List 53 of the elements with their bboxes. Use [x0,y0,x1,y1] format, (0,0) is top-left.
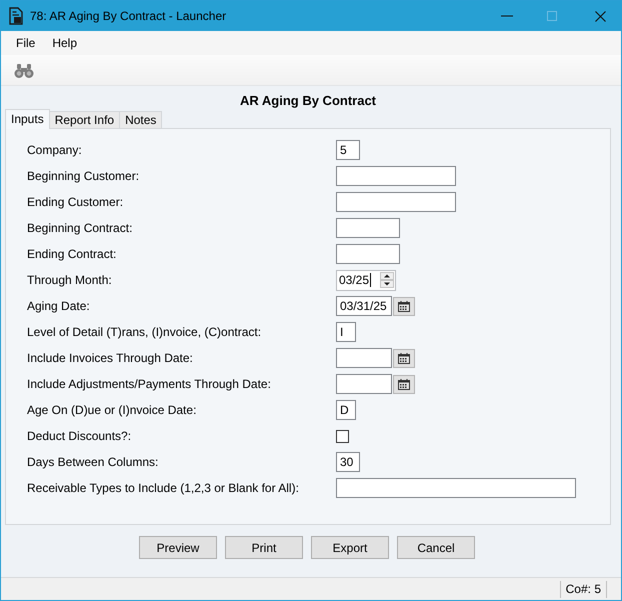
field-label: Ending Contract: [27,247,116,261]
action-button[interactable]: Preview [139,536,217,559]
tab[interactable]: Report Info [48,111,120,128]
field-label: Level of Detail (T)rans, (I)nvoice, (C)ontract: [27,325,262,339]
field-label: Ending Customer: [27,195,124,209]
text-field[interactable]: 30 [336,452,360,472]
field-label: Days Between Columns: [27,455,158,469]
calendar-button[interactable] [393,348,415,368]
calendar-button[interactable] [393,374,415,394]
calendar-icon [398,352,410,364]
action-button[interactable]: Cancel [397,536,475,559]
text-cursor [370,273,372,287]
field-label: Through Month: [27,273,112,287]
text-field[interactable]: I [336,322,356,342]
company-status: Co#: 5 [560,580,607,598]
text-field[interactable] [336,244,400,264]
text-field[interactable]: D [336,400,356,420]
menu-item[interactable]: Help [52,36,78,50]
field-label: Include Invoices Through Date: [27,351,193,365]
minimize-icon[interactable] [501,15,513,17]
field-label: Age On (D)ue or (I)nvoice Date: [27,403,196,417]
close-icon[interactable] [595,10,606,22]
field-label: Receivable Types to Include (1,2,3 or Blank for All): [27,481,299,495]
text-field[interactable] [336,478,576,498]
spin-up-icon[interactable] [380,272,394,280]
document-icon [9,7,23,25]
action-button[interactable]: Print [225,536,303,559]
spin-down-icon[interactable] [380,280,394,288]
text-field[interactable] [336,192,456,212]
calendar-button[interactable] [393,296,415,316]
binoculars-icon[interactable] [14,62,34,78]
calendar-icon [398,300,410,312]
report-title: AR Aging By Contract [240,93,376,109]
text-field[interactable] [336,166,456,186]
calendar-icon [398,378,410,390]
window-title: 78: AR Aging By Contract - Launcher [30,9,226,23]
field-label: Beginning Customer: [27,169,140,183]
tab[interactable]: Notes [119,111,162,128]
spinner-field[interactable]: 03/25 [336,270,396,290]
field-label: Include Adjustments/Payments Through Date: [27,377,271,391]
menu-item[interactable]: File [16,36,36,50]
text-field[interactable]: 5 [336,140,360,160]
date-field[interactable] [336,348,392,368]
field-label: Aging Date: [27,299,90,313]
date-field[interactable] [336,374,392,394]
field-label: Beginning Contract: [27,221,132,235]
checkbox[interactable] [336,430,349,442]
text-field[interactable] [336,218,400,238]
field-label: Deduct Discounts?: [27,429,132,443]
tab[interactable]: Inputs [5,109,50,129]
date-field[interactable]: 03/31/25 [336,296,392,316]
action-button[interactable]: Export [311,536,389,559]
field-label: Company: [27,143,82,157]
